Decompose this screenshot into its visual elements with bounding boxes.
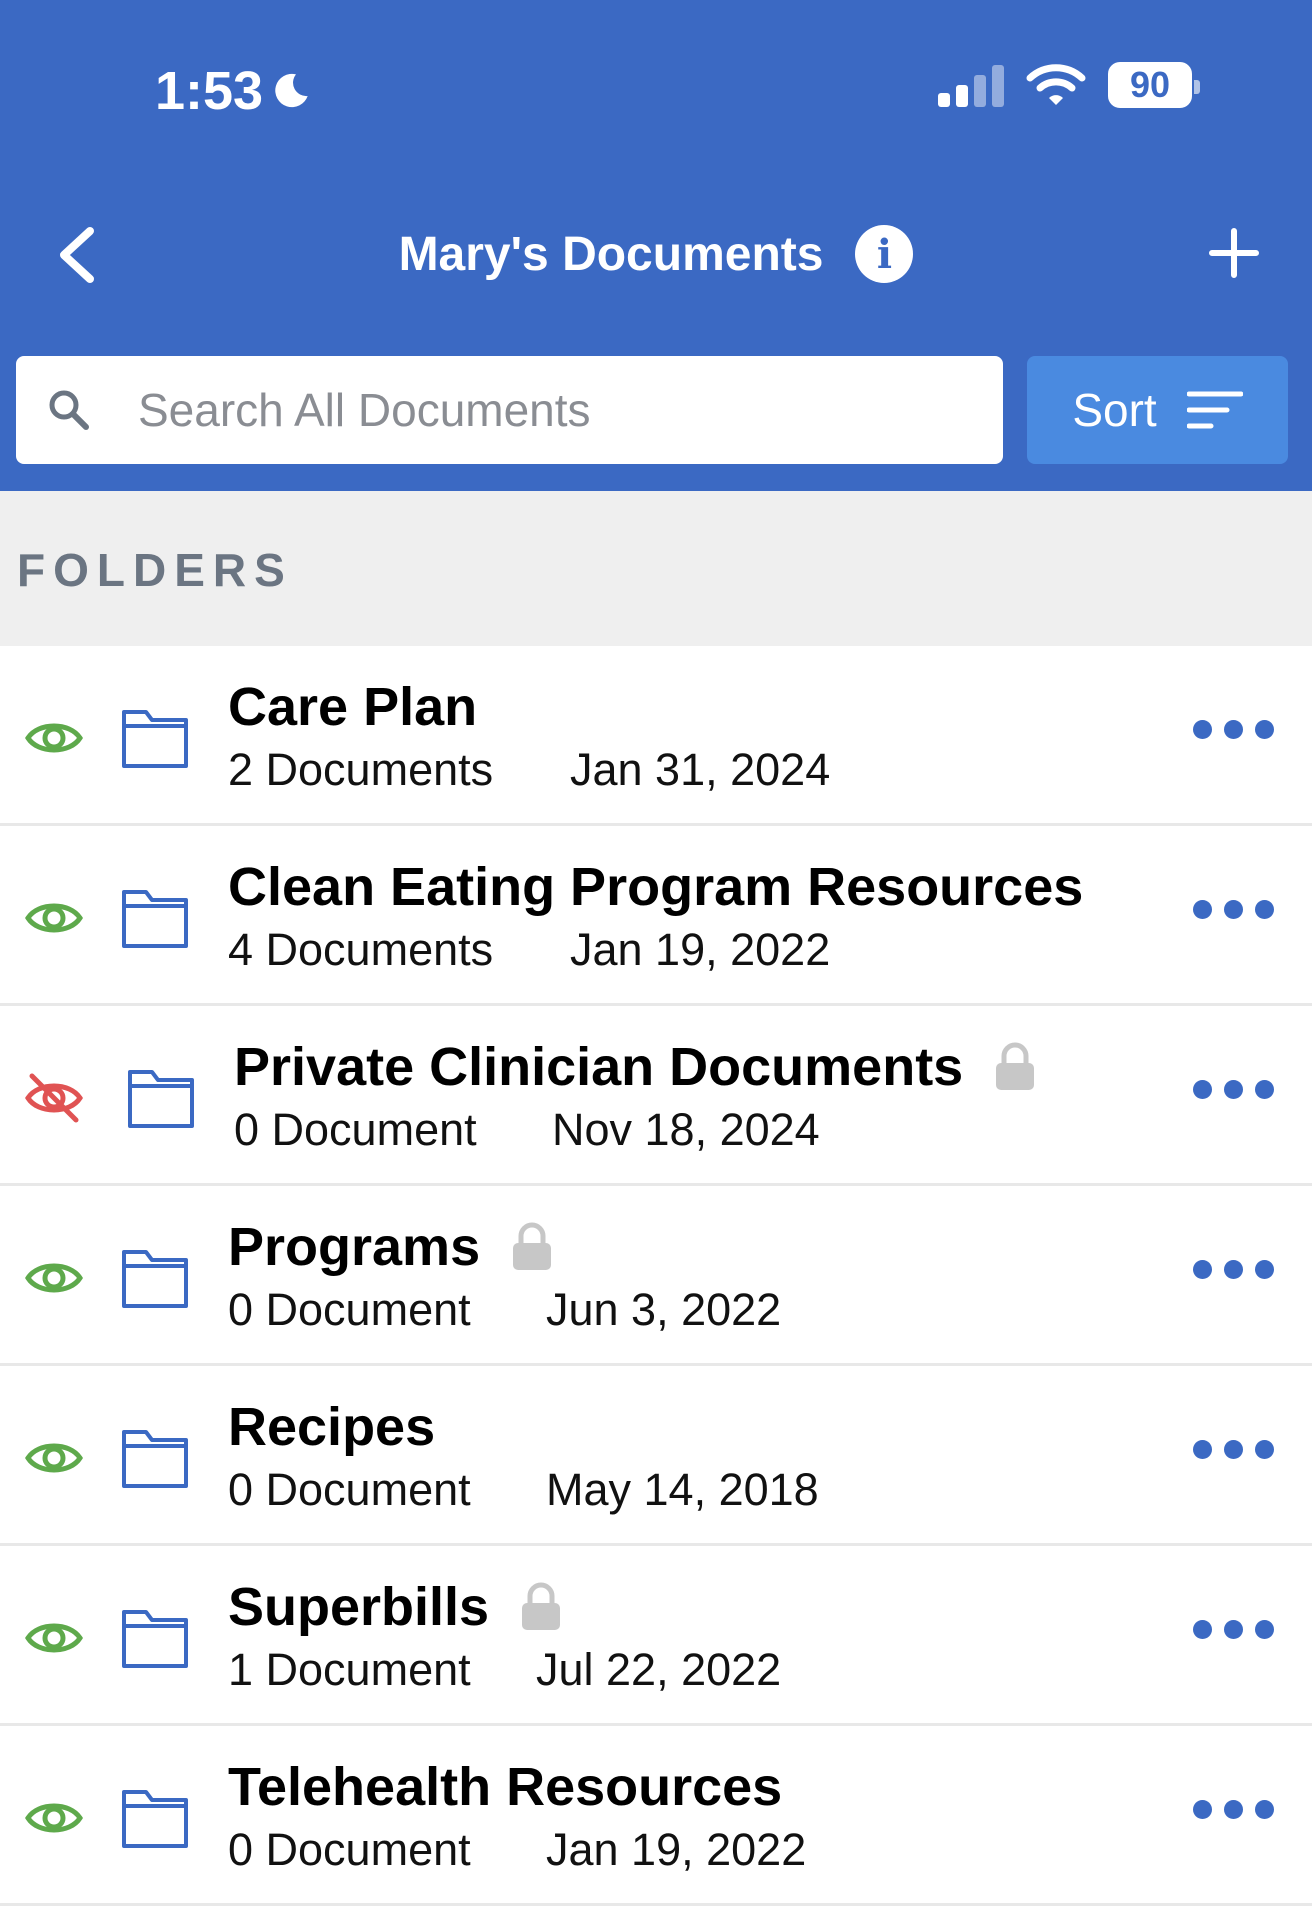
folder-date: Jun 3, 2022 xyxy=(546,1284,782,1335)
sort-lines-icon xyxy=(1186,391,1243,429)
folder-row[interactable]: Clean Eating Program Resources 4 Documen… xyxy=(0,826,1312,1006)
folder-row[interactable]: Recipes 0 Document May 14, 2018 xyxy=(0,1366,1312,1546)
visible-eye-icon[interactable] xyxy=(24,1788,84,1848)
status-bar-indicators: 90 xyxy=(938,62,1200,108)
folder-icon xyxy=(122,1790,188,1848)
sort-label: Sort xyxy=(1072,384,1157,436)
header-area: 1:53 90 Mary's Documents i Search All Do… xyxy=(0,0,1312,491)
folder-icon xyxy=(122,1610,188,1668)
folders-section-header: FOLDERS xyxy=(0,491,1312,646)
folder-icon xyxy=(128,1070,194,1128)
folder-date: Jan 19, 2022 xyxy=(570,924,831,975)
document-count: 0 Document xyxy=(228,1824,471,1875)
more-options-icon[interactable] xyxy=(1193,720,1274,739)
search-input[interactable] xyxy=(138,383,958,437)
folder-name: Superbills xyxy=(228,1577,490,1637)
more-options-icon[interactable] xyxy=(1193,1080,1274,1099)
time-text: 1:53 xyxy=(155,61,264,121)
document-count: 2 Documents xyxy=(228,744,494,795)
section-label: FOLDERS xyxy=(17,544,293,596)
folder-name: Care Plan xyxy=(228,677,478,737)
more-options-icon[interactable] xyxy=(1193,1440,1274,1459)
lock-icon xyxy=(522,1582,561,1630)
visible-eye-icon[interactable] xyxy=(24,1608,84,1668)
folder-icon xyxy=(122,710,188,768)
battery-icon: 90 xyxy=(1108,62,1200,108)
folder-name: Clean Eating Program Resources xyxy=(228,857,1084,917)
document-count: 4 Documents xyxy=(228,924,494,975)
search-bar[interactable] xyxy=(16,356,1003,464)
document-count: 0 Document xyxy=(228,1464,471,1515)
document-count: 0 Document xyxy=(234,1104,477,1155)
folder-list: Care Plan 2 Documents Jan 31, 2024 Clean… xyxy=(0,646,1312,1906)
folder-row[interactable]: Care Plan 2 Documents Jan 31, 2024 xyxy=(0,646,1312,826)
folder-icon xyxy=(122,1430,188,1488)
folder-date: Jul 22, 2022 xyxy=(536,1644,782,1695)
page-title: Mary's Documents xyxy=(398,227,824,281)
add-icon[interactable] xyxy=(1206,225,1262,281)
folder-row[interactable]: Superbills 1 Document Jul 22, 2022 xyxy=(0,1546,1312,1726)
battery-level: 90 xyxy=(1129,64,1171,105)
moon-icon xyxy=(275,73,308,108)
visible-eye-icon[interactable] xyxy=(24,708,84,768)
folder-row[interactable]: Telehealth Resources 0 Document Jan 19, … xyxy=(0,1726,1312,1906)
cellular-signal-icon xyxy=(938,63,1004,107)
search-icon xyxy=(49,390,89,430)
folder-date: Jan 19, 2022 xyxy=(546,1824,807,1875)
document-count: 1 Document xyxy=(228,1644,471,1695)
folder-icon xyxy=(122,1250,188,1308)
info-icon[interactable]: i xyxy=(855,225,914,283)
folder-date: Jan 31, 2024 xyxy=(570,744,831,795)
sort-button[interactable]: Sort xyxy=(1027,356,1288,464)
folder-name: Programs xyxy=(228,1217,481,1277)
folder-date: May 14, 2018 xyxy=(546,1464,819,1515)
folder-date: Nov 18, 2024 xyxy=(552,1104,820,1155)
more-options-icon[interactable] xyxy=(1193,1800,1274,1819)
folder-icon xyxy=(122,890,188,948)
more-options-icon[interactable] xyxy=(1193,1260,1274,1279)
visible-eye-icon[interactable] xyxy=(24,1428,84,1488)
visible-eye-icon[interactable] xyxy=(24,1248,84,1308)
folder-name: Private Clinician Documents xyxy=(234,1037,964,1097)
hidden-eye-icon[interactable] xyxy=(24,1068,84,1128)
folder-name: Recipes xyxy=(228,1397,436,1457)
wifi-icon xyxy=(1026,64,1086,105)
more-options-icon[interactable] xyxy=(1193,1620,1274,1639)
lock-icon xyxy=(513,1222,552,1270)
document-count: 0 Document xyxy=(228,1284,471,1335)
folder-row[interactable]: Programs 0 Document Jun 3, 2022 xyxy=(0,1186,1312,1366)
navigation-bar: Mary's Documents i xyxy=(0,215,1312,295)
visible-eye-icon[interactable] xyxy=(24,888,84,948)
lock-icon xyxy=(996,1042,1035,1090)
status-bar-time: 1:53 xyxy=(155,60,311,122)
more-options-icon[interactable] xyxy=(1193,900,1274,919)
folder-row[interactable]: Private Clinician Documents 0 Document N… xyxy=(0,1006,1312,1186)
folder-name: Telehealth Resources xyxy=(228,1757,783,1817)
